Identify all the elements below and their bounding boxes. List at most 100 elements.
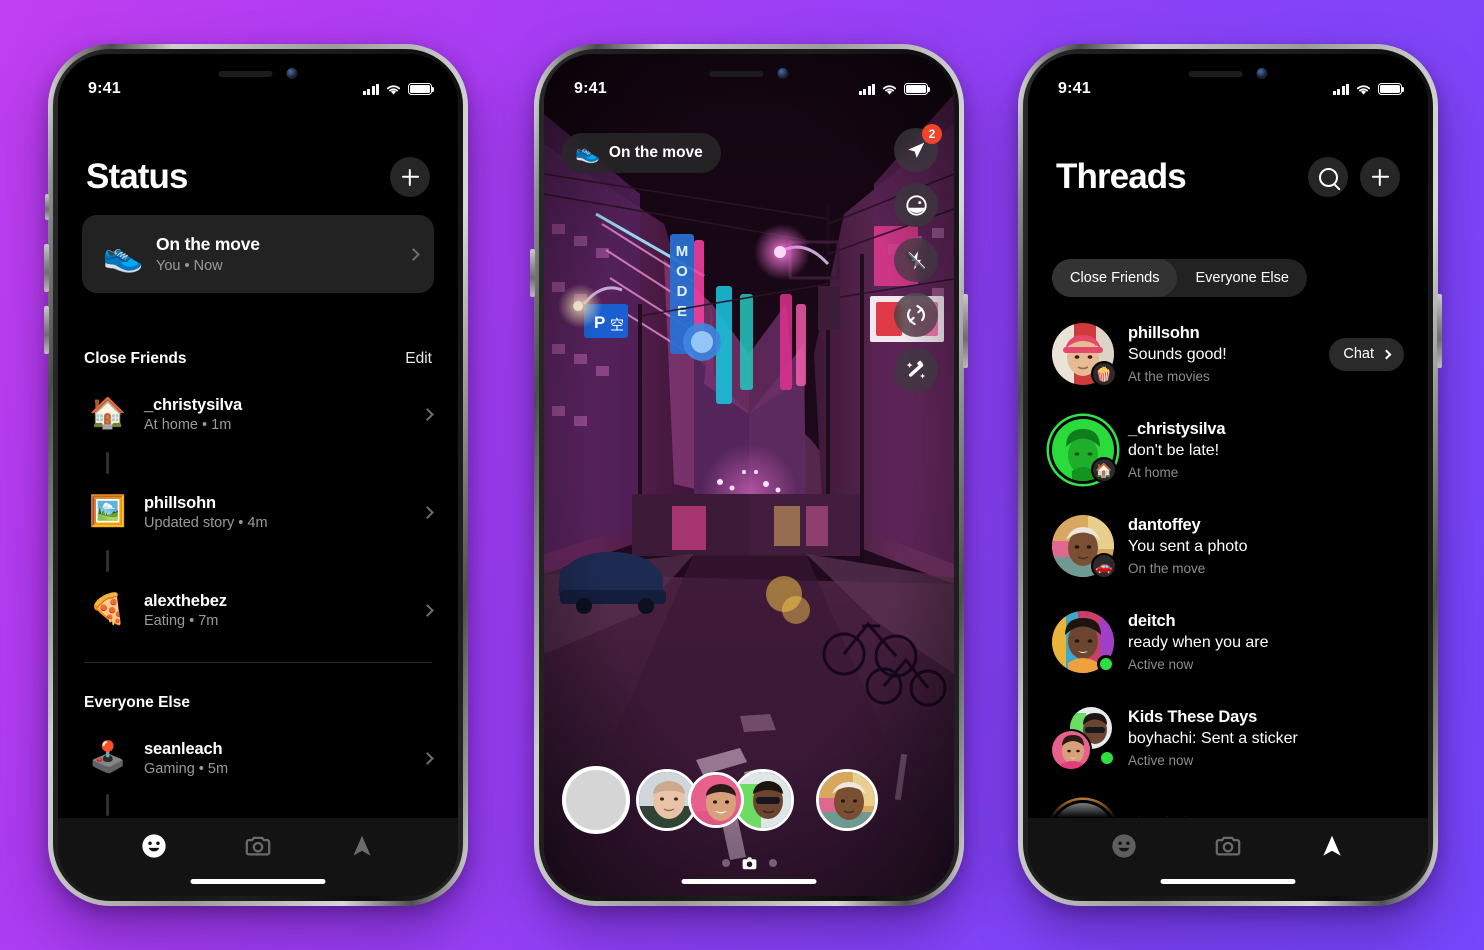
plus-icon <box>1372 169 1389 186</box>
status-emoji-badge: 🏠 <box>1091 457 1117 483</box>
tab-close-friends[interactable]: Close Friends <box>1052 259 1178 297</box>
home-indicator <box>681 879 817 884</box>
section-header-close-friends: Close Friends Edit <box>58 350 458 368</box>
wifi-icon <box>882 84 897 95</box>
status-bar: 9:41 <box>58 54 458 110</box>
thread-message: boyhachi: Sent a sticker <box>1128 730 1298 747</box>
page-dot[interactable] <box>721 859 730 867</box>
tab-camera[interactable] <box>1213 831 1243 861</box>
my-status-title: On the move <box>156 234 260 254</box>
tab-camera[interactable] <box>243 831 273 861</box>
avatar-portrait-4 <box>819 772 875 828</box>
tab-smiley[interactable] <box>1109 831 1139 861</box>
status-emoji-badge: 🚗 <box>1091 553 1117 579</box>
tab-threads[interactable] <box>347 831 377 861</box>
send-button[interactable]: 2 <box>894 124 942 172</box>
timeline-connector <box>58 444 458 482</box>
gallery-button[interactable] <box>894 183 938 227</box>
status-row[interactable]: 🖼️ phillsohn Updated story • 4m <box>58 482 458 542</box>
status-row[interactable]: 🏠 _christysilva At home • 1m <box>58 384 458 444</box>
phone-screen-middle: MODE P 空 <box>544 54 954 896</box>
row-username: phillsohn <box>144 493 216 512</box>
timeline-connector <box>58 542 458 580</box>
volume-up-button[interactable] <box>530 249 535 297</box>
friend-avatar[interactable] <box>816 769 878 831</box>
flash-button[interactable] <box>894 238 938 282</box>
thread-row[interactable]: 🚗 dantoffey You sent a photo On the move <box>1028 498 1428 594</box>
thread-message: You sent a photo <box>1128 538 1248 555</box>
row-subtitle: At home • 1m <box>144 416 232 433</box>
thread-row[interactable]: 🍿 phillsohn Sounds good! At the movies C… <box>1028 306 1428 402</box>
row-subtitle: Gaming • 5m <box>144 760 229 777</box>
chevron-right-icon <box>421 407 434 421</box>
current-status-pill[interactable]: 👟 On the move <box>562 133 721 173</box>
status-pill-label: On the move <box>608 144 703 161</box>
power-button[interactable] <box>1437 294 1442 368</box>
thread-name: Kids These Days <box>1128 708 1258 726</box>
thread-row[interactable]: Kids These Days boyhachi: Sent a sticker… <box>1028 690 1428 786</box>
online-status-dot <box>1098 749 1116 767</box>
chevron-right-icon <box>421 751 434 765</box>
camera-icon[interactable] <box>742 856 757 870</box>
page-indicator <box>544 856 954 870</box>
effects-icon <box>906 360 926 379</box>
thread-filter-tabs: Close Friends Everyone Else <box>1052 259 1307 297</box>
chat-button-label: Chat <box>1343 346 1374 362</box>
thread-row[interactable]: 🏠 _christysilva don't be late! At home <box>1028 402 1428 498</box>
row-username: seanleach <box>144 739 223 758</box>
row-emoji: 🍕 <box>89 593 127 626</box>
row-username: _christysilva <box>144 395 243 414</box>
timeline-connector <box>58 788 458 818</box>
row-emoji: 🕹️ <box>89 741 127 774</box>
navigation-icon <box>353 835 371 856</box>
thread-body: _christysilva don't be late! At home <box>1128 420 1404 480</box>
unread-badge: 2 <box>922 124 942 144</box>
online-status-dot <box>1097 655 1115 673</box>
plus-icon <box>402 169 419 186</box>
status-bar-indicators <box>1332 83 1405 96</box>
power-button[interactable] <box>963 294 968 368</box>
shutter-button[interactable] <box>562 766 630 834</box>
tab-smiley[interactable] <box>139 831 169 861</box>
status-bar-clock: 9:41 <box>1058 80 1091 97</box>
chevron-right-icon <box>421 505 434 519</box>
status-row[interactable]: 🕹️ seanleach Gaming • 5m <box>58 728 458 788</box>
mute-switch[interactable] <box>45 194 49 220</box>
page-dot[interactable] <box>768 859 777 867</box>
search-button[interactable] <box>1308 157 1348 197</box>
chevron-right-icon <box>1381 349 1392 359</box>
close-friends-list: 🏠 _christysilva At home • 1m 🖼️ phillsoh… <box>58 384 458 640</box>
cellular-signal-icon <box>1332 83 1349 95</box>
camera-icon <box>245 836 271 856</box>
new-thread-button[interactable] <box>1360 157 1400 197</box>
phone-screen-right: 9:41 Threads Close Friends Everyone Else… <box>1028 54 1428 896</box>
section-title: Close Friends <box>84 350 187 367</box>
status-app: 9:41 Status 👟 On the move You • Now Clos… <box>58 54 458 896</box>
tab-threads[interactable] <box>1317 831 1347 861</box>
chevron-right-icon <box>407 247 420 261</box>
my-status-card[interactable]: 👟 On the move You • Now <box>82 215 434 293</box>
flip-camera-icon <box>907 304 925 326</box>
chat-button[interactable]: Chat <box>1329 337 1404 371</box>
tab-everyone-else[interactable]: Everyone Else <box>1177 259 1307 297</box>
send-icon <box>908 142 925 158</box>
home-indicator <box>1160 879 1296 884</box>
effects-button[interactable] <box>894 348 938 392</box>
friend-avatar[interactable] <box>688 772 744 828</box>
edit-close-friends-button[interactable]: Edit <box>405 350 432 368</box>
avatar-portrait-group-2 <box>1052 731 1090 769</box>
status-emoji-badge: 🍿 <box>1091 361 1117 387</box>
battery-icon <box>904 83 931 95</box>
volume-up-button[interactable] <box>44 244 49 292</box>
avatar-portrait-2 <box>691 775 741 825</box>
page-header: Threads <box>1028 142 1428 212</box>
status-row[interactable]: 🍕 alexthebez Eating • 7m <box>58 580 458 640</box>
section-header-everyone-else: Everyone Else <box>58 694 458 712</box>
phone-right: 9:41 Threads Close Friends Everyone Else… <box>1018 44 1442 906</box>
avatar <box>1052 611 1115 673</box>
thread-meta: Active now <box>1128 657 1194 672</box>
thread-row[interactable]: deitch ready when you are Active now <box>1028 594 1428 690</box>
add-status-button[interactable] <box>390 157 430 197</box>
flip-camera-button[interactable] <box>894 293 938 337</box>
volume-down-button[interactable] <box>44 306 49 354</box>
